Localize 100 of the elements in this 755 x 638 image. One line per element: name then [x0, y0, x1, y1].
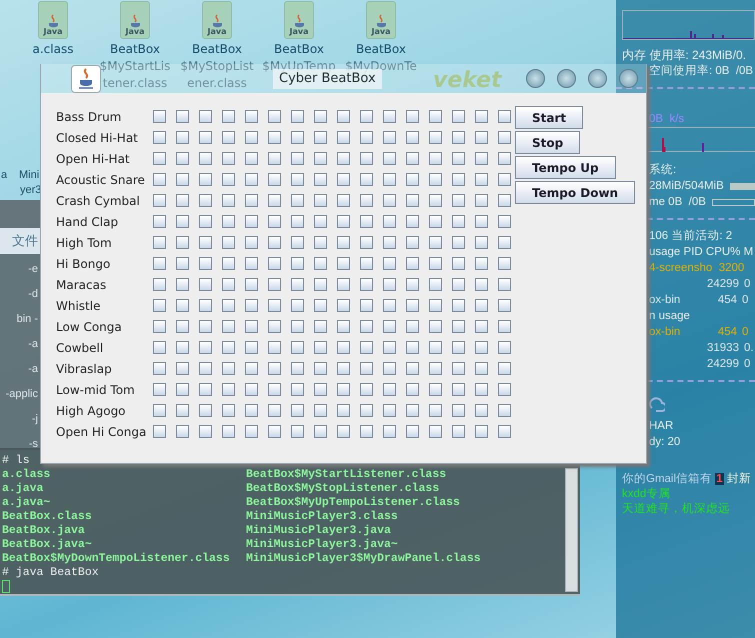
step-checkbox[interactable]	[314, 173, 327, 186]
step-checkbox[interactable]	[222, 131, 235, 144]
java-file-icon[interactable]: Java	[120, 1, 150, 39]
step-checkbox[interactable]	[245, 194, 258, 207]
step-checkbox[interactable]	[199, 110, 212, 123]
step-checkbox[interactable]	[337, 341, 350, 354]
step-checkbox[interactable]	[222, 320, 235, 333]
step-checkbox[interactable]	[452, 320, 465, 333]
step-checkbox[interactable]	[176, 194, 189, 207]
step-checkbox[interactable]	[406, 257, 419, 270]
step-checkbox[interactable]	[383, 110, 396, 123]
step-checkbox[interactable]	[176, 173, 189, 186]
step-checkbox[interactable]	[360, 257, 373, 270]
step-checkbox[interactable]	[199, 236, 212, 249]
step-checkbox[interactable]	[268, 299, 281, 312]
step-checkbox[interactable]	[153, 110, 166, 123]
step-checkbox[interactable]	[268, 194, 281, 207]
step-checkbox[interactable]	[452, 110, 465, 123]
step-checkbox[interactable]	[153, 173, 166, 186]
step-checkbox[interactable]	[153, 236, 166, 249]
step-checkbox[interactable]	[176, 110, 189, 123]
step-checkbox[interactable]	[498, 341, 511, 354]
step-checkbox[interactable]	[268, 320, 281, 333]
step-checkbox[interactable]	[498, 110, 511, 123]
step-checkbox[interactable]	[383, 299, 396, 312]
step-checkbox[interactable]	[199, 215, 212, 228]
step-checkbox[interactable]	[245, 110, 258, 123]
step-checkbox[interactable]	[498, 383, 511, 396]
step-checkbox[interactable]	[245, 236, 258, 249]
step-checkbox[interactable]	[383, 173, 396, 186]
step-checkbox[interactable]	[383, 278, 396, 291]
step-checkbox[interactable]	[475, 194, 488, 207]
step-checkbox[interactable]	[475, 278, 488, 291]
step-checkbox[interactable]	[360, 299, 373, 312]
step-checkbox[interactable]	[199, 173, 212, 186]
step-checkbox[interactable]	[360, 278, 373, 291]
step-checkbox[interactable]	[429, 110, 442, 123]
step-checkbox[interactable]	[199, 131, 212, 144]
step-checkbox[interactable]	[153, 425, 166, 438]
step-checkbox[interactable]	[406, 173, 419, 186]
step-checkbox[interactable]	[429, 341, 442, 354]
step-checkbox[interactable]	[153, 383, 166, 396]
step-checkbox[interactable]	[153, 404, 166, 417]
step-checkbox[interactable]	[498, 236, 511, 249]
step-checkbox[interactable]	[176, 152, 189, 165]
step-checkbox[interactable]	[245, 278, 258, 291]
step-checkbox[interactable]	[222, 278, 235, 291]
step-checkbox[interactable]	[406, 215, 419, 228]
step-checkbox[interactable]	[291, 194, 304, 207]
java-file-icon[interactable]: Java	[366, 1, 396, 39]
step-checkbox[interactable]	[245, 257, 258, 270]
step-checkbox[interactable]	[222, 341, 235, 354]
step-checkbox[interactable]	[291, 341, 304, 354]
step-checkbox[interactable]	[291, 383, 304, 396]
step-checkbox[interactable]	[429, 257, 442, 270]
step-checkbox[interactable]	[452, 425, 465, 438]
step-checkbox[interactable]	[452, 362, 465, 375]
step-checkbox[interactable]	[314, 299, 327, 312]
step-checkbox[interactable]	[360, 404, 373, 417]
step-checkbox[interactable]	[245, 425, 258, 438]
step-checkbox[interactable]	[498, 278, 511, 291]
step-checkbox[interactable]	[383, 236, 396, 249]
step-checkbox[interactable]	[360, 194, 373, 207]
step-checkbox[interactable]	[475, 320, 488, 333]
step-checkbox[interactable]	[429, 299, 442, 312]
step-checkbox[interactable]	[406, 278, 419, 291]
step-checkbox[interactable]	[222, 236, 235, 249]
step-checkbox[interactable]	[176, 215, 189, 228]
step-checkbox[interactable]	[360, 152, 373, 165]
step-checkbox[interactable]	[337, 299, 350, 312]
step-checkbox[interactable]	[429, 215, 442, 228]
step-checkbox[interactable]	[452, 236, 465, 249]
step-checkbox[interactable]	[406, 404, 419, 417]
step-checkbox[interactable]	[314, 236, 327, 249]
step-checkbox[interactable]	[452, 152, 465, 165]
step-checkbox[interactable]	[337, 362, 350, 375]
step-checkbox[interactable]	[314, 278, 327, 291]
step-checkbox[interactable]	[268, 257, 281, 270]
step-checkbox[interactable]	[337, 383, 350, 396]
step-checkbox[interactable]	[337, 110, 350, 123]
step-checkbox[interactable]	[291, 215, 304, 228]
step-checkbox[interactable]	[291, 299, 304, 312]
control-button[interactable]: Tempo Up	[515, 156, 616, 179]
step-checkbox[interactable]	[291, 404, 304, 417]
step-checkbox[interactable]	[291, 110, 304, 123]
step-checkbox[interactable]	[498, 194, 511, 207]
step-checkbox[interactable]	[337, 425, 350, 438]
step-checkbox[interactable]	[199, 341, 212, 354]
control-button[interactable]: Start	[515, 106, 584, 129]
step-checkbox[interactable]	[337, 152, 350, 165]
step-checkbox[interactable]	[429, 194, 442, 207]
step-checkbox[interactable]	[199, 299, 212, 312]
step-checkbox[interactable]	[314, 341, 327, 354]
step-checkbox[interactable]	[314, 152, 327, 165]
step-checkbox[interactable]	[153, 278, 166, 291]
step-checkbox[interactable]	[360, 362, 373, 375]
step-checkbox[interactable]	[337, 173, 350, 186]
step-checkbox[interactable]	[452, 257, 465, 270]
step-checkbox[interactable]	[498, 215, 511, 228]
step-checkbox[interactable]	[245, 320, 258, 333]
